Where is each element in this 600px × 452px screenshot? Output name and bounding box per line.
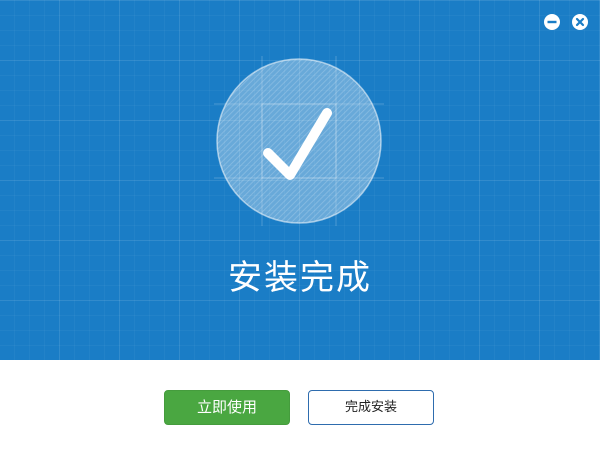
launch-now-button[interactable]: 立即使用 <box>164 390 290 425</box>
minus-circle-icon <box>547 20 557 24</box>
completion-title: 安装完成 <box>228 258 372 298</box>
close-button[interactable] <box>572 14 588 30</box>
minimize-button[interactable] <box>544 14 560 30</box>
success-badge <box>214 56 384 226</box>
finish-install-button[interactable]: 完成安装 <box>308 390 434 425</box>
action-bar: 立即使用 完成安装 <box>0 360 600 452</box>
x-circle-icon <box>575 17 585 27</box>
badge-circle <box>216 58 382 224</box>
hero-panel: 安装完成 <box>0 0 600 360</box>
installer-window: 安装完成 立即使用 完成安装 <box>0 0 600 452</box>
